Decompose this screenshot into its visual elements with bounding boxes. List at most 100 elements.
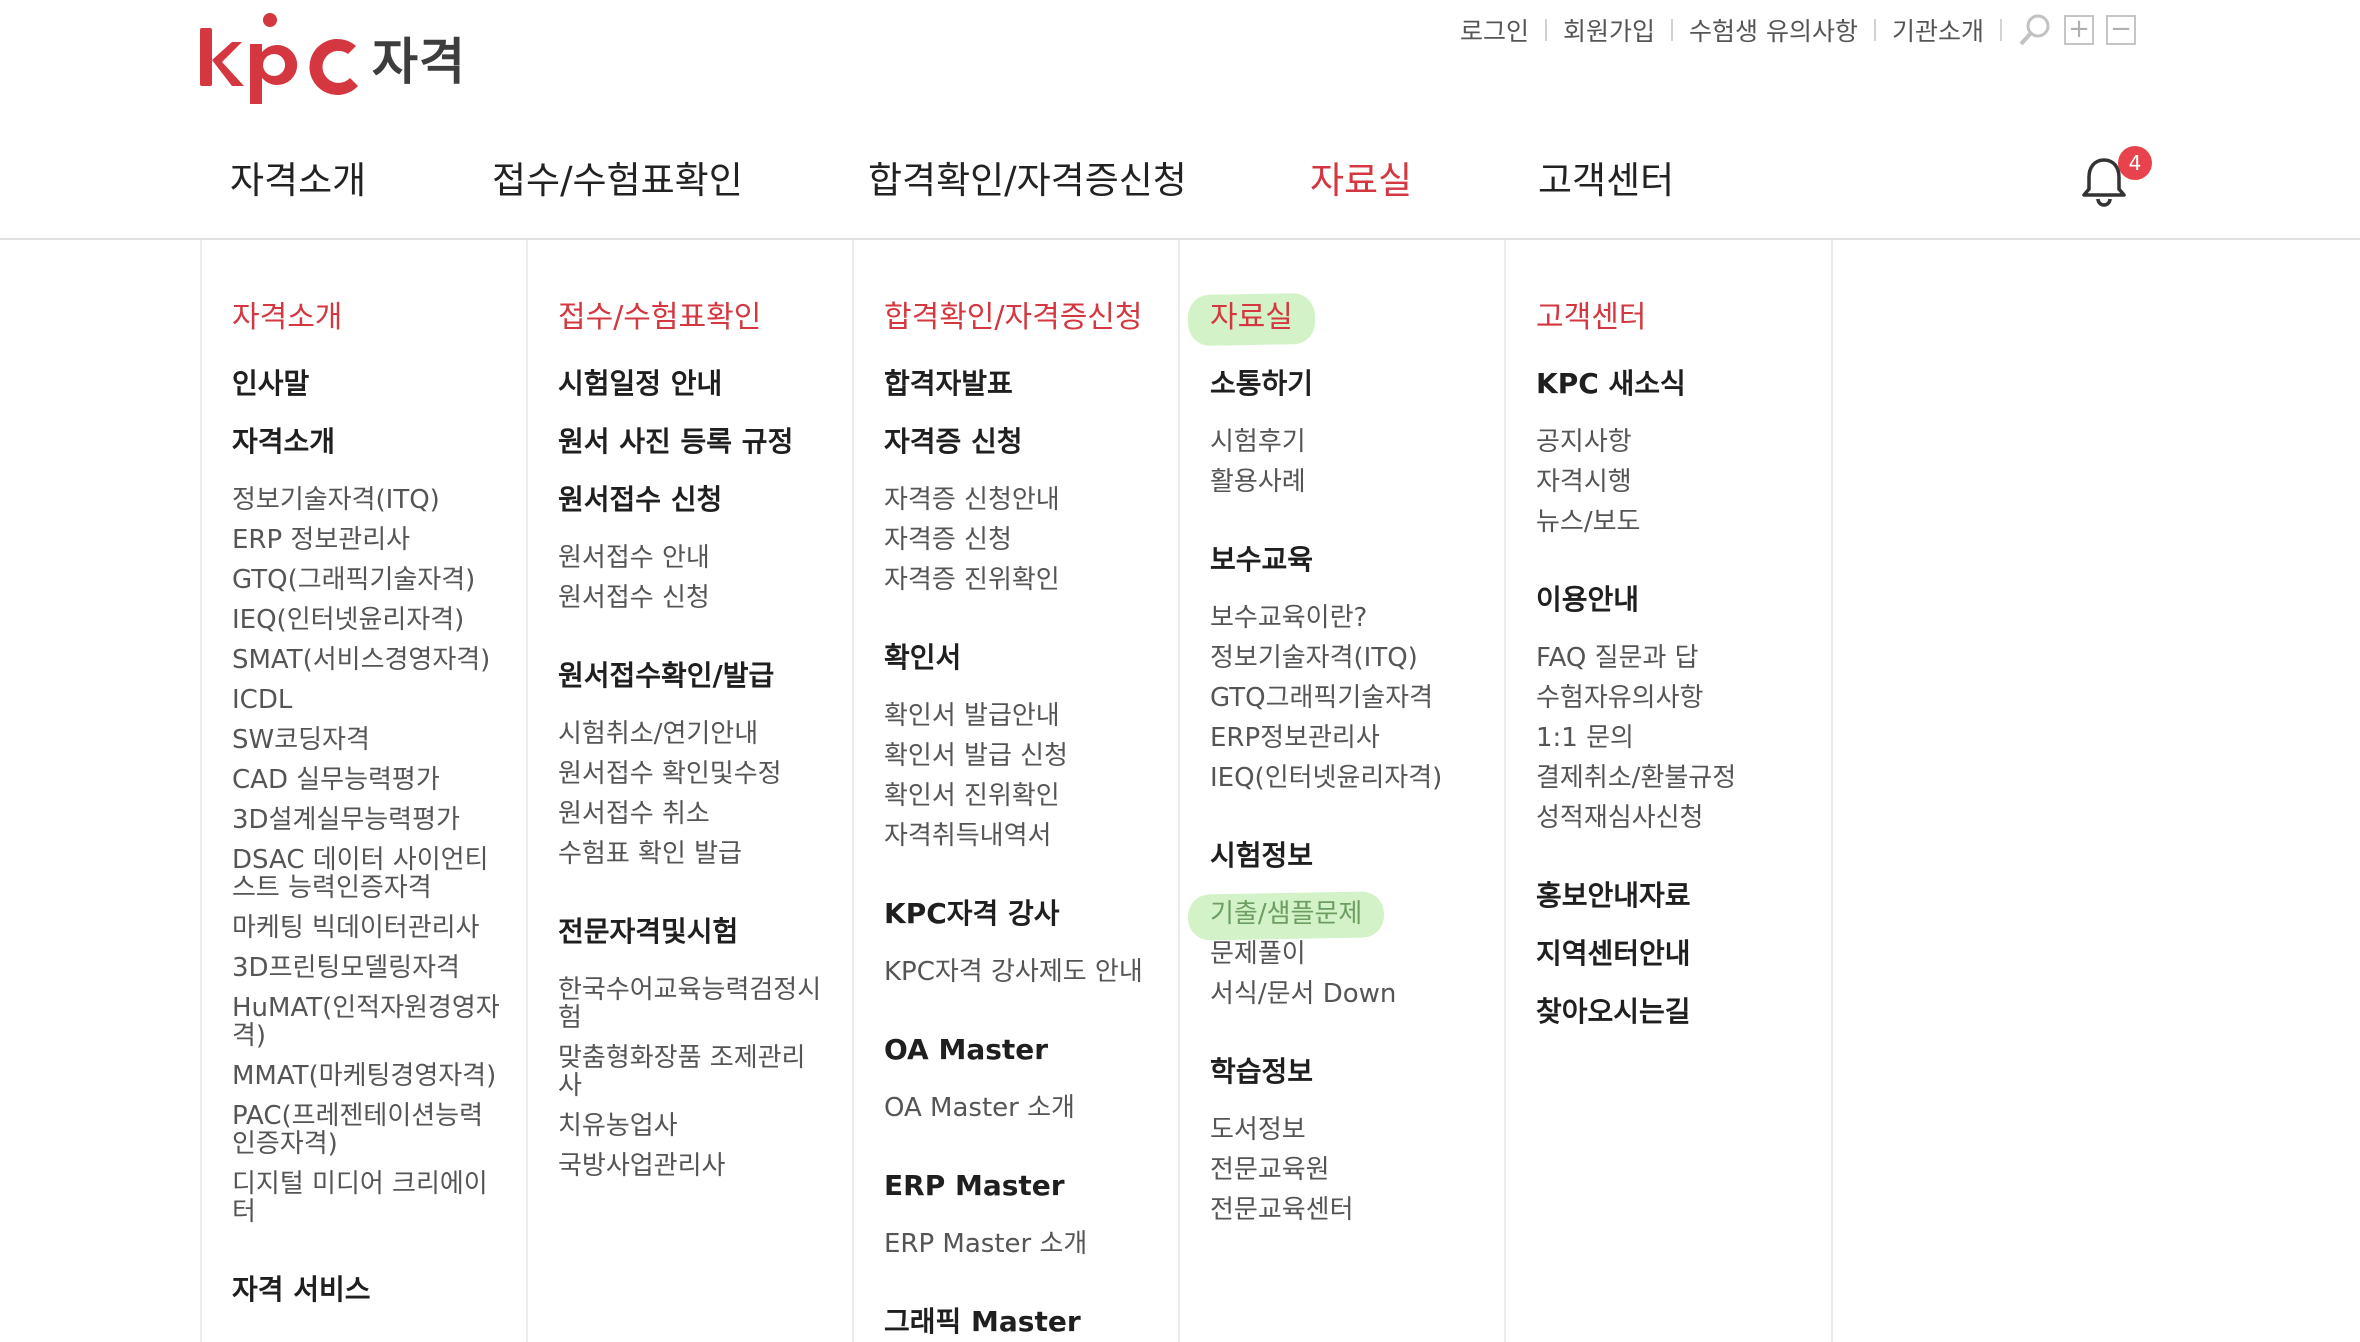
menu-section[interactable]: 홍보안내자료 (1536, 876, 1816, 916)
menu-item[interactable]: 원서접수 취소 (558, 794, 828, 834)
menu-section[interactable]: 인사말 (232, 364, 502, 404)
menu-section[interactable]: 자격증 신청 (884, 422, 1174, 462)
menu-section[interactable]: 자격소개 (232, 422, 502, 462)
menu-item[interactable]: 서식/문서 Down (1210, 974, 1490, 1014)
nav-customer-center[interactable]: 고객센터 (1538, 150, 1674, 204)
menu-item[interactable]: 마케팅 빅데이터관리사 (232, 908, 502, 948)
menu-section[interactable]: OA Master (884, 1030, 1174, 1070)
menu-item[interactable]: ERP Master 소개 (884, 1224, 1174, 1264)
menu-item[interactable]: 1:1 문의 (1536, 718, 1816, 758)
menu-item[interactable]: 한국수어교육능력검정시험 (558, 970, 828, 1038)
menu-item[interactable]: 전문교육센터 (1210, 1190, 1490, 1230)
menu-item[interactable]: 공지사항 (1536, 422, 1816, 462)
nav-resources[interactable]: 자료실 (1310, 150, 1412, 204)
column-title[interactable]: 자료실 (1210, 292, 1490, 335)
menu-item[interactable]: FAQ 질문과 답 (1536, 638, 1816, 678)
menu-item[interactable]: 원서접수 확인및수정 (558, 754, 828, 794)
menu-item[interactable]: 자격취득내역서 (884, 816, 1174, 856)
menu-section[interactable]: 확인서 (884, 638, 1174, 678)
menu-item[interactable]: 자격증 신청안내 (884, 480, 1174, 520)
menu-item[interactable]: SW코딩자격 (232, 720, 502, 760)
menu-item[interactable]: 성적재심사신청 (1536, 798, 1816, 838)
menu-item[interactable]: CAD 실무능력평가 (232, 760, 502, 800)
zoom-in-icon[interactable]: + (2064, 15, 2094, 45)
menu-item[interactable]: 자격시행 (1536, 462, 1816, 502)
column-title[interactable]: 합격확인/자격증신청 (884, 292, 1174, 335)
about-org-link[interactable]: 기관소개 (1892, 12, 1984, 48)
menu-item[interactable]: GTQ(그래픽기술자격) (232, 560, 502, 600)
search-icon[interactable] (2018, 13, 2052, 47)
menu-item[interactable]: 수험자유의사항 (1536, 678, 1816, 718)
menu-item[interactable]: 3D프린팅모델링자격 (232, 948, 502, 988)
menu-item[interactable]: 보수교육이란? (1210, 598, 1490, 638)
menu-section[interactable]: 원서 사진 등록 규정 (558, 422, 828, 462)
menu-item[interactable]: SMAT(서비스경영자격) (232, 640, 502, 680)
menu-item[interactable]: 시험후기 (1210, 422, 1490, 462)
menu-section[interactable]: 원서접수확인/발급 (558, 656, 828, 696)
nav-results[interactable]: 합격확인/자격증신청 (868, 150, 1187, 204)
menu-item[interactable]: 수험표 확인 발급 (558, 834, 828, 874)
menu-item[interactable]: 정보기술자격(ITQ) (1210, 638, 1490, 678)
menu-section[interactable]: 전문자격및시험 (558, 912, 828, 952)
menu-section[interactable]: 학습정보 (1210, 1052, 1490, 1092)
menu-section[interactable]: 소통하기 (1210, 364, 1490, 404)
menu-item[interactable]: PAC(프레젠테이션능력인증자격) (232, 1096, 502, 1164)
menu-item[interactable]: MMAT(마케팅경영자격) (232, 1056, 502, 1096)
menu-section[interactable]: ERP Master (884, 1166, 1174, 1206)
menu-item[interactable]: IEQ(인터넷윤리자격) (232, 600, 502, 640)
menu-item[interactable]: OA Master 소개 (884, 1088, 1174, 1128)
menu-item[interactable]: 뉴스/보도 (1536, 502, 1816, 542)
menu-section[interactable]: 원서접수 신청 (558, 480, 828, 520)
menu-section[interactable]: 보수교육 (1210, 540, 1490, 580)
menu-section[interactable]: KPC자격 강사 (884, 894, 1174, 934)
logo[interactable]: 자격 (198, 10, 466, 106)
menu-item[interactable]: 자격증 진위확인 (884, 560, 1174, 600)
menu-item[interactable]: 정보기술자격(ITQ) (232, 480, 502, 520)
menu-item[interactable]: 맞춤형화장품 조제관리사 (558, 1038, 828, 1106)
menu-section[interactable]: 그래픽 Master (884, 1302, 1174, 1342)
menu-item[interactable]: KPC자격 강사제도 안내 (884, 952, 1174, 992)
menu-item[interactable]: 원서접수 신청 (558, 578, 828, 618)
nav-registration[interactable]: 접수/수험표확인 (492, 150, 743, 204)
menu-item[interactable]: 자격증 신청 (884, 520, 1174, 560)
column-title[interactable]: 접수/수험표확인 (558, 292, 828, 335)
zoom-out-icon[interactable]: − (2106, 15, 2136, 45)
menu-item[interactable]: 문제풀이 (1210, 934, 1490, 974)
menu-item[interactable]: GTQ그래픽기술자격 (1210, 678, 1490, 718)
menu-item[interactable]: ERP정보관리사 (1210, 718, 1490, 758)
divider (1873, 19, 1876, 41)
examinee-notice-link[interactable]: 수험생 유의사항 (1689, 12, 1858, 48)
column-title[interactable]: 자격소개 (232, 292, 502, 335)
menu-item[interactable]: 치유농업사 (558, 1106, 828, 1146)
menu-item[interactable]: HuMAT(인적자원경영자격) (232, 988, 502, 1056)
menu-item[interactable]: ERP 정보관리사 (232, 520, 502, 560)
menu-section[interactable]: 합격자발표 (884, 364, 1174, 404)
login-link[interactable]: 로그인 (1460, 12, 1529, 48)
menu-section[interactable]: 시험정보 (1210, 836, 1490, 876)
menu-item[interactable]: 시험취소/연기안내 (558, 714, 828, 754)
menu-item[interactable]: ICDL (232, 680, 502, 720)
menu-item[interactable]: DSAC 데이터 사이언티스트 능력인증자격 (232, 840, 502, 908)
nav-about-certification[interactable]: 자격소개 (230, 150, 366, 204)
menu-section[interactable]: 찾아오시는길 (1536, 992, 1816, 1032)
menu-section[interactable]: 지역센터안내 (1536, 934, 1816, 974)
menu-section[interactable]: 이용안내 (1536, 580, 1816, 620)
menu-item[interactable]: 확인서 발급안내 (884, 696, 1174, 736)
menu-item[interactable]: 도서정보 (1210, 1110, 1490, 1150)
menu-section[interactable]: 시험일정 안내 (558, 364, 828, 404)
menu-item[interactable]: 3D설계실무능력평가 (232, 800, 502, 840)
column-title[interactable]: 고객센터 (1536, 292, 1816, 335)
menu-item[interactable]: 결제취소/환불규정 (1536, 758, 1816, 798)
menu-section[interactable]: KPC 새소식 (1536, 364, 1816, 404)
menu-item[interactable]: 확인서 진위확인 (884, 776, 1174, 816)
menu-item[interactable]: 전문교육원 (1210, 1150, 1490, 1190)
menu-item[interactable]: IEQ(인터넷윤리자격) (1210, 758, 1490, 798)
menu-item[interactable]: 국방사업관리사 (558, 1146, 828, 1186)
menu-item[interactable]: 활용사례 (1210, 462, 1490, 502)
menu-section[interactable]: 자격 서비스 (232, 1270, 502, 1310)
menu-item-highlighted[interactable]: 기출/샘플문제 (1210, 894, 1490, 934)
menu-item[interactable]: 확인서 발급 신청 (884, 736, 1174, 776)
menu-item[interactable]: 원서접수 안내 (558, 538, 828, 578)
menu-item[interactable]: 디지털 미디어 크리에이터 (232, 1164, 502, 1232)
signup-link[interactable]: 회원가입 (1563, 12, 1655, 48)
